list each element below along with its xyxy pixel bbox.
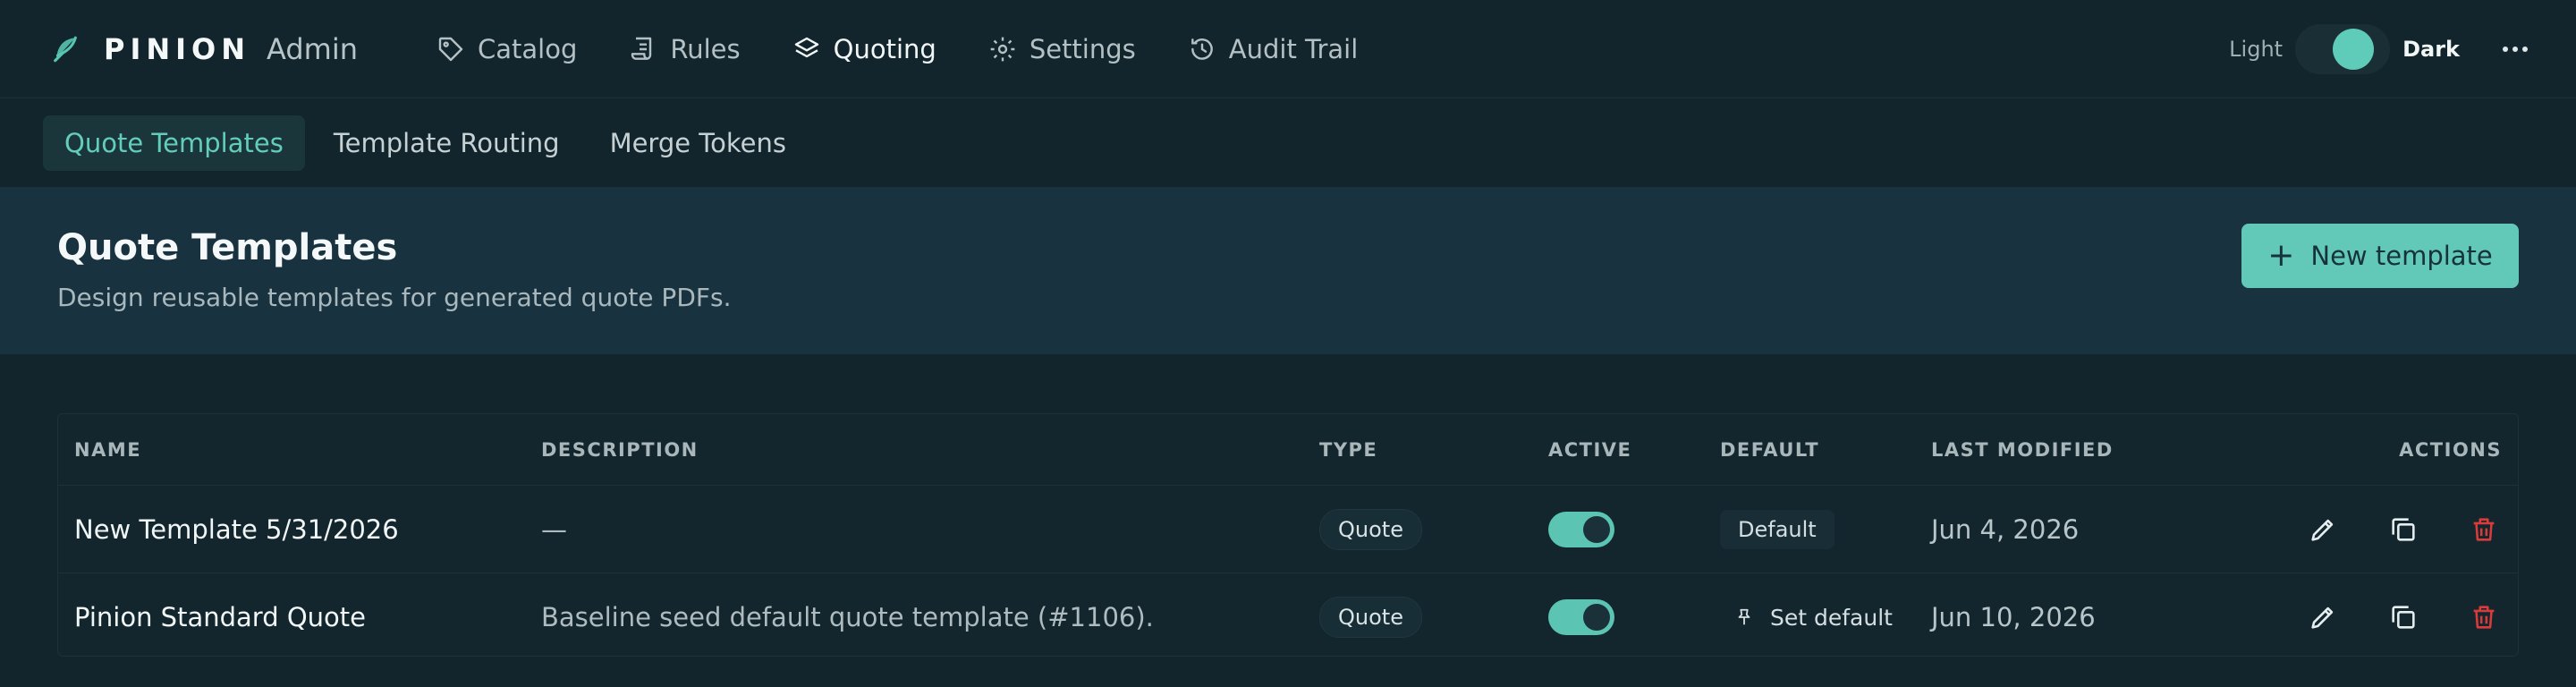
history-icon [1191, 38, 1213, 60]
duplicate-button[interactable] [2385, 599, 2421, 635]
template-default-cell: Default [1720, 486, 1835, 572]
more-dot-icon [2503, 46, 2508, 52]
table-row: New Template 5/31/2026 — Quote Default J… [58, 486, 2518, 573]
column-header-active: ACTIVE [1548, 438, 1632, 461]
pin-icon [1738, 608, 1750, 625]
type-badge: Quote [1319, 597, 1422, 638]
layers-icon [794, 37, 818, 57]
page-title: Quote Templates [57, 227, 398, 268]
more-dot-icon [2522, 46, 2528, 52]
toggle-knob [1583, 604, 1610, 631]
row-actions [2260, 486, 2502, 572]
column-header-default: DEFAULT [1720, 438, 1820, 461]
active-toggle[interactable] [1548, 511, 1614, 547]
trash-icon [2473, 606, 2495, 629]
plus-icon: + [2267, 237, 2295, 274]
column-header-description: DESCRIPTION [541, 438, 699, 461]
scroll-icon [631, 37, 652, 60]
set-default-label: Set default [1770, 604, 1893, 631]
delete-button[interactable] [2466, 512, 2502, 547]
brand-subtitle: Admin [267, 31, 359, 66]
more-dot-icon [2512, 46, 2518, 52]
theme-controls: Light Dark [2229, 23, 2533, 74]
duplicate-button[interactable] [2385, 512, 2421, 547]
template-description-cell: — [541, 486, 567, 572]
nav-item-audit-trail[interactable]: Audit Trail [1188, 33, 1359, 64]
table-header-row: NAME DESCRIPTION TYPE ACTIVE DEFAULT LAS… [58, 414, 2518, 486]
theme-light-label: Light [2229, 36, 2284, 62]
last-modified-date: Jun 10, 2026 [1931, 602, 2096, 632]
column-header-actions: ACTIONS [2399, 438, 2502, 461]
copy-icon [2392, 606, 2415, 629]
set-default-button[interactable]: Set default [1720, 598, 1907, 638]
page-subtitle: Design reusable templates for generated … [57, 283, 732, 312]
template-modified-cell: Jun 10, 2026 [1931, 573, 2096, 661]
column-header-last-modified[interactable]: LAST MODIFIED [1931, 414, 2114, 485]
template-description: Baseline seed default quote template (#1… [541, 602, 1154, 632]
column-header-name[interactable]: NAME [74, 414, 141, 485]
copy-icon [2392, 517, 2415, 541]
pencil-icon [2311, 606, 2334, 629]
row-actions [2260, 573, 2502, 661]
table-row: Pinion Standard Quote Baseline seed defa… [58, 573, 2518, 661]
template-name-cell: New Template 5/31/2026 [74, 486, 399, 572]
nav-item-label: Catalog [478, 33, 578, 64]
toggle-knob [1583, 515, 1610, 543]
new-template-label: New template [2310, 241, 2493, 271]
type-badge: Quote [1319, 508, 1422, 550]
template-modified-cell: Jun 4, 2026 [1931, 486, 2079, 572]
gear-icon [990, 37, 1015, 61]
tab-template-routing[interactable]: Template Routing [312, 115, 581, 171]
template-default-cell: Set default [1720, 573, 1907, 661]
template-description: — [541, 513, 567, 545]
edit-button[interactable] [2305, 512, 2341, 547]
nav-item-settings[interactable]: Settings [988, 34, 1136, 64]
default-badge: Default [1720, 509, 1835, 549]
column-header-type: TYPE [1319, 438, 1378, 461]
sub-tabs: Quote Templates Template Routing Merge T… [0, 98, 2576, 188]
template-name[interactable]: New Template 5/31/2026 [74, 514, 399, 545]
feather-icon [54, 36, 77, 62]
template-name[interactable]: Pinion Standard Quote [74, 602, 366, 632]
template-description-cell: Baseline seed default quote template (#1… [541, 573, 1154, 661]
brand-name: PINION [104, 31, 251, 66]
template-type-cell: Quote [1319, 486, 1422, 572]
top-navigation-bar: PINION Admin Catalog Rules Quoting Setti… [0, 0, 2576, 98]
tag-icon [438, 37, 463, 61]
active-toggle[interactable] [1548, 599, 1614, 635]
tab-quote-templates[interactable]: Quote Templates [43, 114, 305, 171]
nav-item-label: Settings [1029, 33, 1136, 64]
nav-item-rules[interactable]: Rules [629, 33, 741, 64]
trash-icon [2473, 517, 2495, 541]
new-template-button[interactable]: + New template [2241, 224, 2519, 288]
edit-button[interactable] [2305, 599, 2341, 635]
tab-merge-tokens[interactable]: Merge Tokens [589, 115, 808, 171]
last-modified-date: Jun 4, 2026 [1931, 513, 2080, 545]
nav-item-label: Rules [670, 33, 741, 64]
theme-toggle[interactable] [2295, 23, 2391, 74]
theme-toggle-knob [2333, 28, 2375, 70]
nav-item-label: Quoting [833, 33, 936, 64]
nav-item-catalog[interactable]: Catalog [436, 34, 577, 64]
pencil-icon [2311, 519, 2334, 541]
template-type-cell: Quote [1319, 573, 1422, 661]
theme-dark-label: Dark [2402, 36, 2460, 62]
nav-item-label: Audit Trail [1228, 33, 1359, 64]
main-nav: Catalog Rules Quoting Settings Audit Tra… [436, 34, 1410, 64]
template-active-cell [1548, 486, 1614, 572]
more-options-button[interactable] [2497, 41, 2533, 57]
templates-table: NAME DESCRIPTION TYPE ACTIVE DEFAULT LAS… [57, 413, 2519, 657]
page-header: Quote Templates Design reusable template… [0, 188, 2576, 354]
delete-button[interactable] [2466, 599, 2502, 635]
nav-item-quoting[interactable]: Quoting [792, 34, 936, 64]
template-name-cell: Pinion Standard Quote [74, 573, 366, 661]
template-active-cell [1548, 573, 1614, 661]
brand[interactable]: PINION Admin [50, 32, 358, 66]
